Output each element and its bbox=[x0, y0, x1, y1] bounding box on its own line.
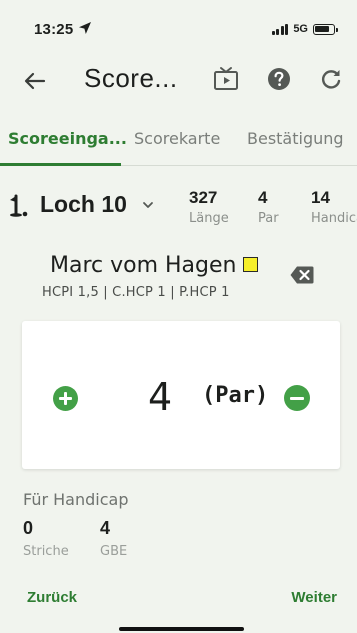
hole-handicap-label: Handicap bbox=[311, 211, 357, 226]
handicap-strokes-label: Striche bbox=[23, 544, 69, 559]
plus-icon-vertical bbox=[64, 392, 67, 405]
backspace-icon[interactable] bbox=[289, 265, 315, 285]
score-entry-card: 4 (Par) bbox=[22, 321, 340, 469]
handicap-section-label: Für Handicap bbox=[23, 490, 129, 509]
chevron-down-icon[interactable] bbox=[142, 200, 154, 210]
player-handicap-info: HCPI 1,5 | C.HCP 1 | P.HCP 1 bbox=[42, 285, 230, 300]
arrow-left-icon[interactable] bbox=[22, 68, 48, 94]
tab-confirmation[interactable]: Bestätigung bbox=[247, 129, 344, 148]
handicap-strokes-value: 0 bbox=[23, 518, 34, 538]
hole-par: 4 Par bbox=[258, 188, 279, 226]
tab-score-entry[interactable]: Scoreeinga... bbox=[8, 129, 127, 148]
battery-icon bbox=[313, 23, 338, 35]
hole-par-label: Par bbox=[258, 211, 279, 226]
refresh-icon[interactable] bbox=[319, 67, 343, 91]
tab-scorecard[interactable]: Scorekarte bbox=[134, 129, 220, 148]
hole-par-value: 4 bbox=[258, 188, 268, 207]
home-indicator bbox=[119, 627, 244, 631]
status-indicators: 5G bbox=[271, 23, 338, 35]
network-type: 5G bbox=[293, 23, 308, 35]
hole-length-label: Länge bbox=[189, 211, 229, 226]
handicap-strokes: 0 Striche bbox=[23, 518, 69, 559]
handicap-gbe-label: GBE bbox=[100, 544, 128, 559]
app-bar: Score... bbox=[0, 48, 357, 116]
status-time: 13:25 bbox=[34, 21, 74, 38]
hole-length-value: 327 bbox=[189, 188, 218, 207]
increase-score-button[interactable] bbox=[53, 386, 78, 411]
signal-icon bbox=[271, 23, 289, 35]
hole-length: 327 Länge bbox=[189, 188, 229, 226]
tab-bar: Scoreeinga... Scorekarte Bestätigung bbox=[0, 116, 357, 166]
score-value: 4 bbox=[148, 375, 173, 419]
hole-handicap-value: 14 bbox=[311, 188, 330, 207]
decrease-score-button[interactable] bbox=[284, 385, 310, 411]
yellow-card-icon bbox=[243, 257, 258, 272]
hole-selector[interactable]: Loch 10 bbox=[40, 191, 127, 218]
active-tab-indicator bbox=[0, 163, 121, 166]
handicap-gbe: 4 GBE bbox=[100, 518, 127, 559]
next-button[interactable]: Weiter bbox=[291, 589, 337, 606]
hole-handicap: 14 Handicap bbox=[311, 188, 357, 226]
score-type-label: (Par) bbox=[202, 383, 269, 408]
back-button[interactable]: Zurück bbox=[27, 589, 77, 606]
status-bar: 13:25 5G bbox=[0, 0, 357, 48]
help-icon[interactable] bbox=[267, 67, 291, 91]
player-name: Marc vom Hagen bbox=[50, 253, 237, 278]
handicap-gbe-value: 4 bbox=[100, 518, 111, 538]
golf-flag-icon bbox=[10, 194, 28, 217]
minus-icon bbox=[290, 396, 304, 400]
location-arrow-icon bbox=[79, 22, 91, 34]
page-title: Score... bbox=[84, 63, 178, 93]
tv-icon[interactable] bbox=[213, 66, 239, 92]
